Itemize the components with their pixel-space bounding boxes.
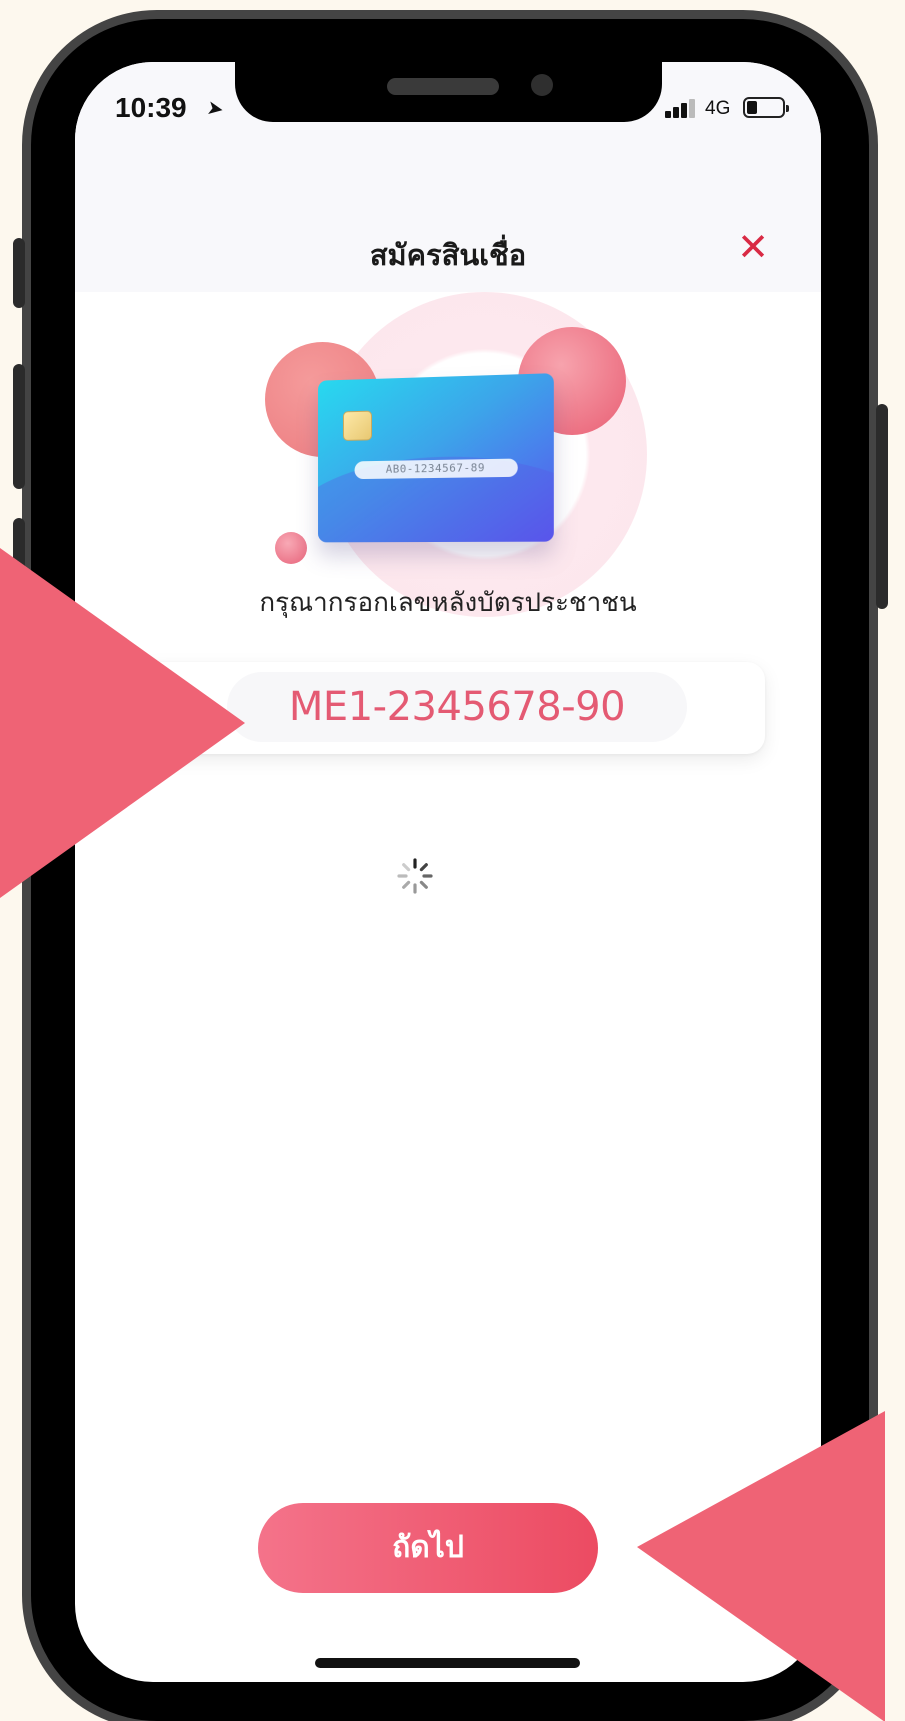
id-card-icon: AB0-1234567-89 — [318, 373, 554, 543]
decor-ball — [275, 532, 307, 564]
status-bar: 10:39 ➤ 4G — [75, 62, 821, 172]
phone-side-button — [876, 404, 888, 609]
signal-icon — [665, 96, 699, 118]
laser-code-input[interactable]: ME1-2345678-90 — [227, 672, 687, 742]
card-number-sample: AB0-1234567-89 — [354, 458, 518, 480]
phone-side-button — [13, 364, 25, 489]
network-type: 4G — [705, 98, 731, 119]
battery-icon — [743, 97, 789, 118]
home-indicator[interactable] — [315, 1658, 580, 1668]
next-button[interactable]: ถัดไป — [258, 1503, 598, 1593]
pointer-arrow-right — [637, 1411, 885, 1721]
speaker — [387, 78, 499, 95]
camera — [531, 74, 553, 96]
phone-side-button — [13, 238, 25, 308]
loading-spinner-icon — [397, 858, 433, 894]
pointer-arrow-left — [0, 548, 245, 898]
page-title: สมัครสินเชื่อ — [369, 238, 527, 272]
header: สมัครสินเชื่อ ✕ — [75, 172, 821, 292]
close-icon: ✕ — [737, 225, 769, 269]
location-arrow-icon: ➤ — [205, 94, 226, 122]
close-button[interactable]: ✕ — [730, 224, 776, 270]
id-card-illustration: AB0-1234567-89 — [265, 287, 647, 617]
status-time: 10:39 — [115, 92, 187, 123]
card-chip-icon — [342, 410, 373, 441]
notch — [235, 62, 662, 122]
